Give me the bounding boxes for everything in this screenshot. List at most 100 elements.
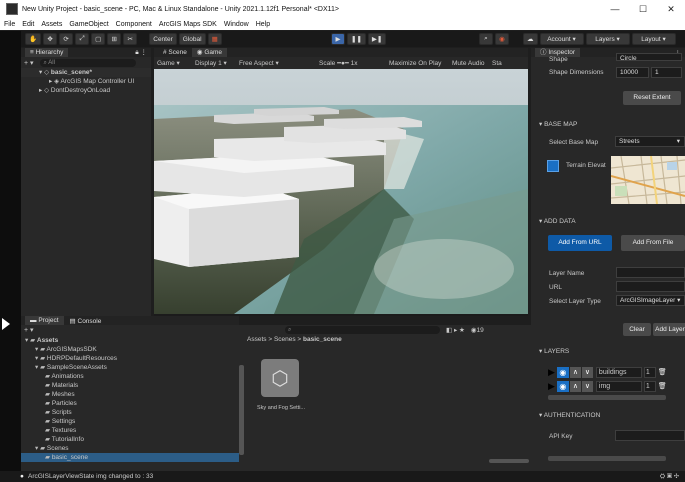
project-tree-item[interactable]: ▾ ▰ SampleSceneAssets [21, 363, 239, 372]
menu-edit[interactable]: Edit [22, 21, 34, 28]
maximize-button[interactable]: ☐ [629, 0, 657, 18]
add-data-section-header[interactable]: ▾ ADD DATA [531, 216, 685, 227]
basemap-dropdown[interactable]: Streets ▾ [615, 136, 685, 147]
project-search-input[interactable]: ⌕ [285, 326, 440, 334]
pause-button[interactable]: ❚❚ [347, 33, 366, 45]
visibility-eye-icon[interactable]: ◉ [556, 366, 569, 378]
game-viewport[interactable] [154, 69, 528, 314]
menu-assets[interactable]: Assets [41, 21, 62, 28]
menu-help[interactable]: Help [256, 21, 270, 28]
center-pivot-button[interactable]: Center [149, 33, 177, 45]
hierarchy-item-map-controller[interactable]: ▸ ◈ ArcGIS Map Controller UI [21, 77, 151, 86]
stats-toggle[interactable]: Sta [492, 60, 502, 67]
filter-icon[interactable]: ◧ ▸ ★ [446, 326, 465, 334]
rect-tool-icon[interactable]: ▢ [91, 33, 106, 45]
menu-file[interactable]: File [4, 21, 15, 28]
project-tree-item[interactable]: ▾ ▰ HDRPDefaultResources [21, 354, 239, 363]
tab-scene[interactable]: # Scene [158, 49, 192, 56]
layers-scrollbar[interactable] [548, 395, 666, 400]
project-tree-item[interactable]: ▾ ▰ Assets [21, 336, 239, 345]
collab-icon[interactable]: ◉ [495, 33, 509, 45]
layer-type-dropdown[interactable]: ArcGISImageLayer ▾ [616, 295, 685, 306]
tab-project[interactable]: ▬ Project [25, 316, 64, 325]
project-tree-item[interactable]: ▰ Settings [21, 417, 239, 426]
breadcrumb-scenes[interactable]: Scenes [274, 336, 296, 343]
delete-layer-icon[interactable]: 🗑︎ [658, 368, 667, 376]
api-key-input[interactable] [615, 430, 685, 441]
aspect-dropdown[interactable]: Free Aspect ▾ [239, 59, 319, 67]
hierarchy-search[interactable]: ⌕ All [39, 58, 136, 67]
icon-size-slider[interactable] [489, 459, 529, 463]
menu-window[interactable]: Window [224, 21, 249, 28]
cloud-icon[interactable]: ☁ [523, 33, 538, 45]
breadcrumb-assets[interactable]: Assets [247, 336, 267, 343]
clear-button[interactable]: Clear [623, 323, 651, 336]
project-tree-item[interactable]: ▰ Meshes [21, 390, 239, 399]
game-mode-dropdown[interactable]: Game ▾ [157, 59, 195, 67]
add-layer-button[interactable]: Add Layer [653, 323, 685, 336]
authentication-section-header[interactable]: ▾ AUTHENTICATION [531, 410, 685, 421]
status-icons[interactable]: ⛭ ▣ ✣ [660, 471, 679, 482]
reset-extent-button[interactable]: Reset Extent [623, 91, 681, 105]
asset-item[interactable]: ⬡ Sky and Fog Setti... [257, 359, 305, 411]
account-dropdown[interactable]: Account ▾ [539, 33, 584, 45]
basemap-section-header[interactable]: ▾ BASE MAP [531, 119, 685, 130]
layout-dropdown[interactable]: Layout ▾ [631, 33, 676, 45]
move-down-icon[interactable]: ∨ [581, 366, 593, 378]
tab-game[interactable]: ◉ Game [191, 48, 228, 57]
move-tool-icon[interactable]: ✥ [43, 33, 58, 45]
project-tree-item[interactable]: ▰ Materials [21, 381, 239, 390]
minimize-button[interactable]: — [601, 0, 629, 18]
status-message[interactable]: ArcGISLayerViewState img changed to : 33 [28, 473, 153, 480]
move-up-icon[interactable]: ∧ [569, 380, 581, 392]
lock-icon[interactable]: 🔒︎ ⋮ [135, 48, 147, 57]
shape-dim1-input[interactable]: 10000 [616, 67, 649, 78]
step-button[interactable]: ▶❚ [367, 33, 387, 45]
project-scrollbar[interactable] [239, 365, 244, 455]
delete-layer-icon[interactable]: 🗑︎ [658, 382, 667, 390]
layer-opacity-field[interactable]: 1 [643, 380, 656, 392]
menu-arcgis-maps-sdk[interactable]: ArcGIS Maps SDK [159, 21, 217, 28]
transform-tool-icon[interactable]: ⊞ [107, 33, 122, 45]
grid-snap-icon[interactable]: ▦ [207, 33, 222, 45]
search-icon[interactable]: ⌕ [479, 33, 493, 45]
layers-dropdown[interactable]: Layers ▾ [585, 33, 630, 45]
layer-opacity-field[interactable]: 1 [643, 366, 656, 378]
add-icon[interactable]: + ▾ [24, 59, 34, 67]
maximize-on-play-toggle[interactable]: Maximize On Play [389, 60, 452, 67]
hand-tool-icon[interactable]: ✋ [25, 33, 42, 45]
visibility-eye-icon[interactable]: ◉ [556, 380, 569, 392]
scale-slider[interactable]: Scale ━●━ 1x [319, 59, 389, 67]
mute-audio-toggle[interactable]: Mute Audio [452, 60, 492, 67]
project-tree-item[interactable]: ▰ Textures [21, 426, 239, 435]
tab-console[interactable]: ▤ Console [64, 317, 108, 325]
url-input[interactable] [616, 281, 685, 292]
project-tree-item[interactable]: ▰ TutorialInfo [21, 435, 239, 444]
layer-name-field[interactable]: buildings [595, 366, 642, 378]
display-dropdown[interactable]: Display 1 ▾ [195, 59, 239, 67]
hierarchy-item-dontdestroy[interactable]: ▸ ◇ DontDestroyOnLoad [21, 86, 151, 95]
shape-dropdown[interactable]: Circle [616, 53, 682, 62]
layer-row[interactable]: ▶ ◉ ∧ ∨ img 1 🗑︎ [548, 380, 667, 392]
layer-row[interactable]: ▶ ◉ ∧ ∨ buildings 1 🗑︎ [548, 366, 667, 378]
project-tree-item[interactable]: ▾ ▰ ArcGISMapsSDK [21, 345, 239, 354]
menu-component[interactable]: Component [116, 21, 152, 28]
project-tree-item[interactable]: ▰ Scripts [21, 408, 239, 417]
project-tree-item[interactable]: ▰ Particles [21, 399, 239, 408]
global-button[interactable]: Global [178, 33, 206, 45]
add-from-file-button[interactable]: Add From File [621, 235, 685, 251]
play-button[interactable]: ▶ [331, 33, 345, 45]
add-from-url-button[interactable]: Add From URL [548, 235, 612, 251]
shape-dim2-input[interactable]: 1 [651, 67, 682, 78]
project-tree-item[interactable]: ▾ ▰ Scenes [21, 444, 239, 453]
hierarchy-item-scene[interactable]: ▾ ◇ basic_scene* [21, 68, 151, 77]
layer-name-field[interactable]: img [595, 380, 642, 392]
project-tree-item[interactable]: ▰ Animations [21, 372, 239, 381]
rotate-tool-icon[interactable]: ⟳ [59, 33, 74, 45]
move-up-icon[interactable]: ∧ [569, 366, 581, 378]
move-down-icon[interactable]: ∨ [581, 380, 593, 392]
layers-section-header[interactable]: ▾ LAYERS [531, 346, 685, 357]
menu-gameobject[interactable]: GameObject [69, 21, 108, 28]
inspector-scrollbar[interactable] [548, 456, 666, 461]
scale-tool-icon[interactable]: ⤢ [75, 33, 90, 45]
